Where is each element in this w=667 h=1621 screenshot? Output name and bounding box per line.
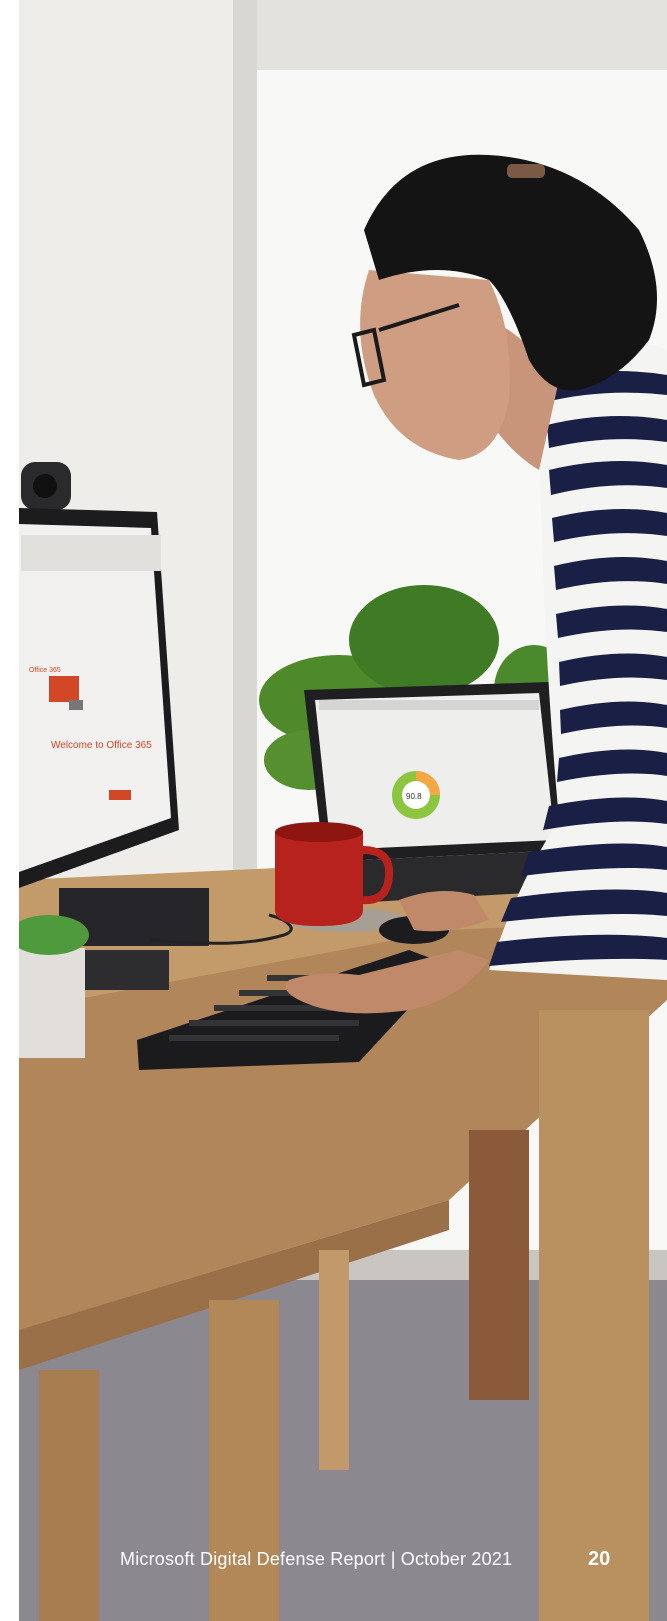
report-footer-title: Microsoft Digital Defense Report | Octob… bbox=[120, 1549, 513, 1569]
office-photo: Welcome to Office 365 Office 365 90.8 Mi… bbox=[19, 0, 667, 1621]
monitor: Welcome to Office 365 Office 365 bbox=[19, 508, 179, 888]
monitor-brand: Office 365 bbox=[29, 667, 61, 674]
desk-leg bbox=[39, 1370, 99, 1621]
page-number: 20 bbox=[588, 1548, 611, 1570]
laptop-donut-value: 90.8 bbox=[406, 792, 422, 801]
succulent-pot bbox=[19, 948, 85, 1058]
monitor-heading: Welcome to Office 365 bbox=[51, 740, 152, 751]
